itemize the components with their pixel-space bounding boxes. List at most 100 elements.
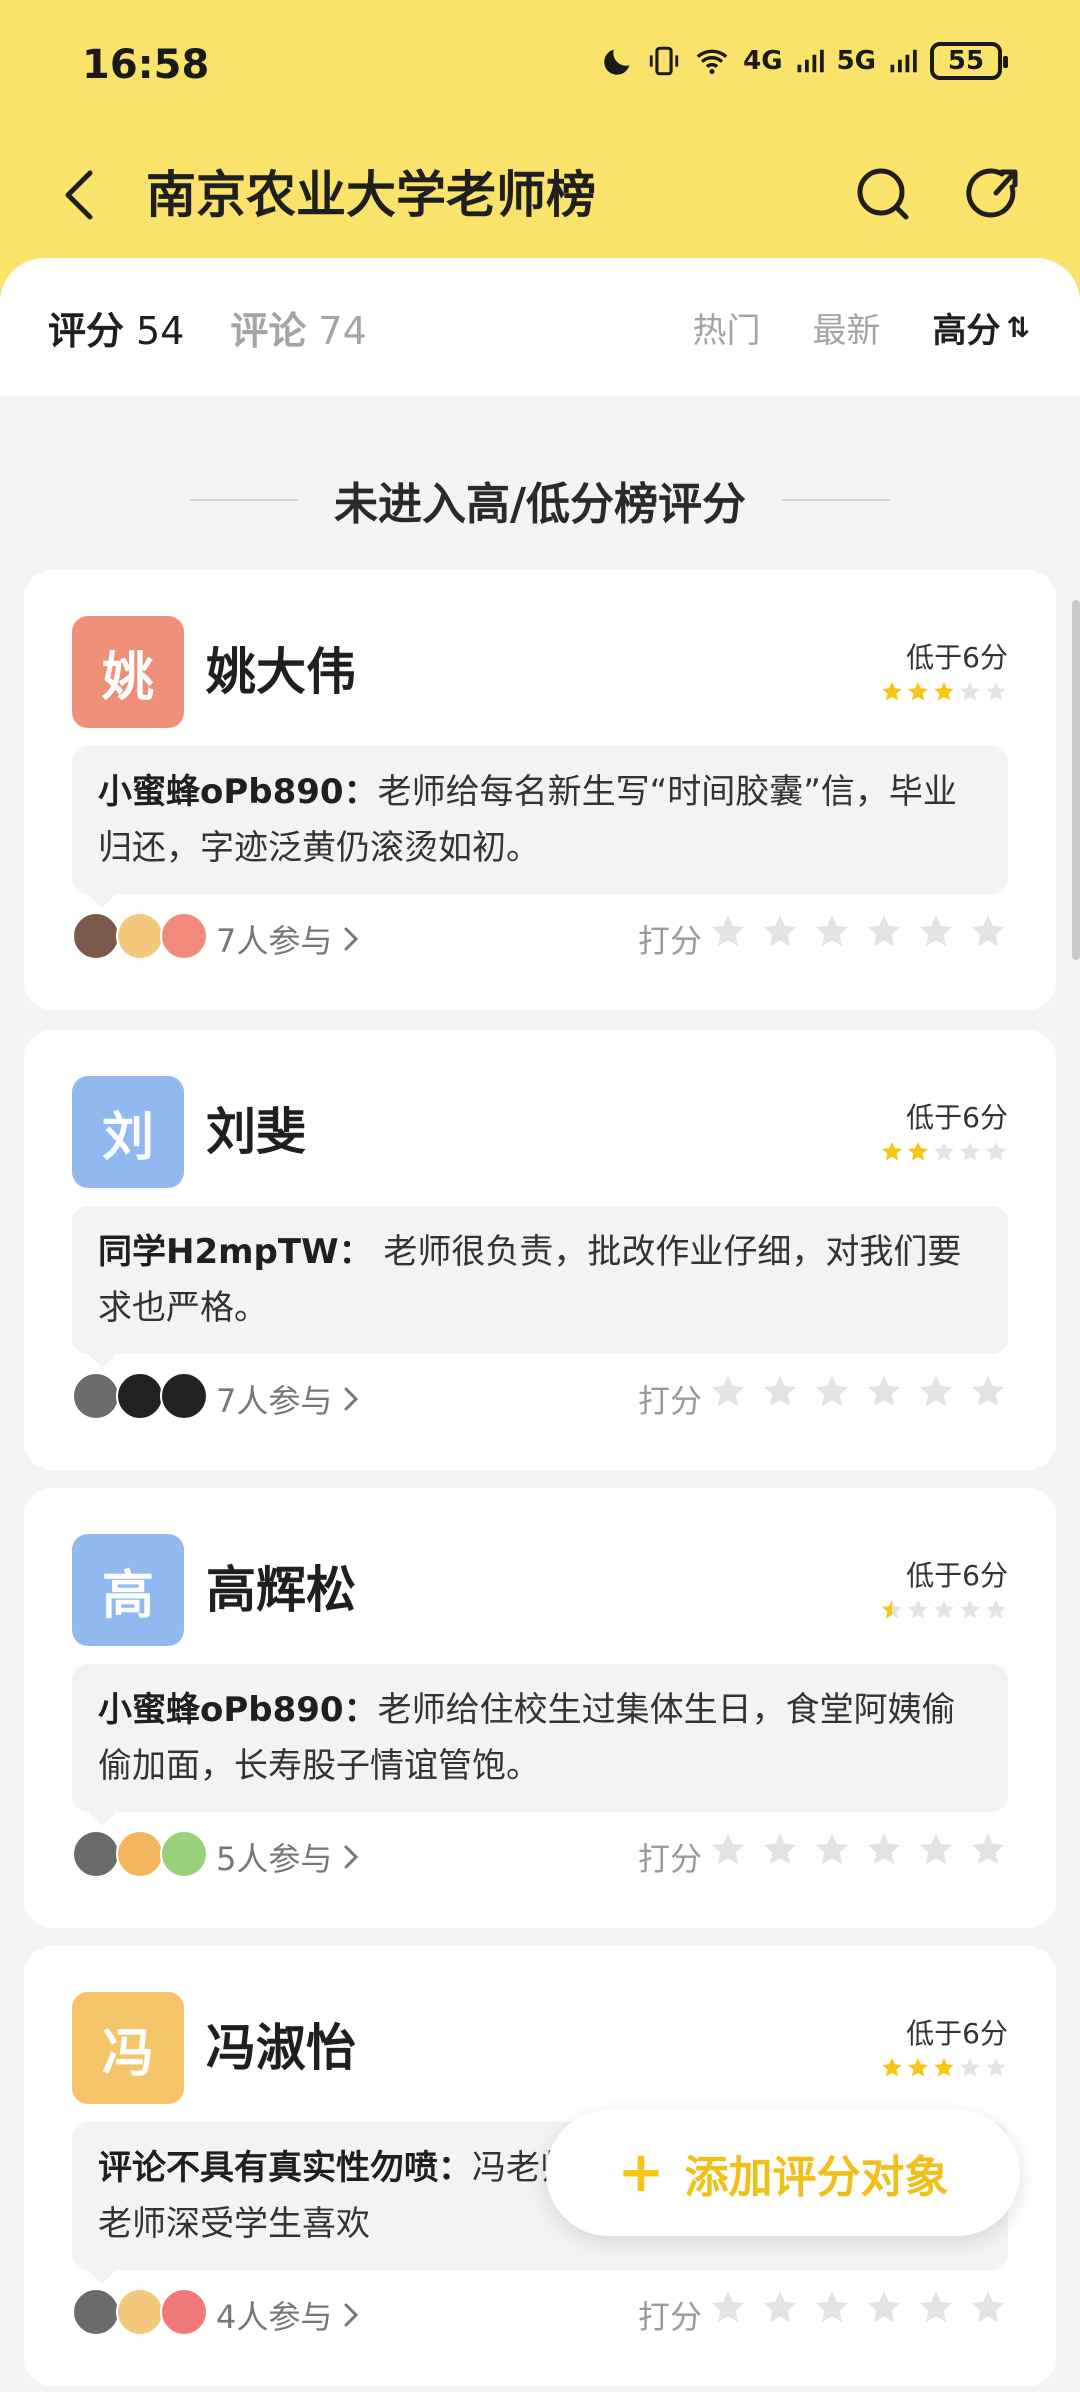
comment-author: 评论不具有真实性勿喷： (98, 2148, 472, 2188)
participants-link[interactable]: 5人参与 (216, 1834, 360, 1880)
rate-label: 打分 (638, 1840, 703, 1878)
rate-star-button[interactable] (812, 1372, 852, 1412)
search-icon (857, 168, 909, 220)
teacher-avatar: 高 (72, 1534, 184, 1646)
participant-avatars (72, 2288, 208, 2336)
top-comment[interactable]: 小蜜蜂oPb890：老师给每名新生写“时间胶囊”信，毕业归还，字迹泛黄仍滚烫如初… (72, 746, 1008, 908)
star-outline-icon (867, 1833, 901, 1864)
tab-comments[interactable]: 评论 74 (230, 300, 366, 355)
star-outline-icon (971, 1375, 1005, 1406)
teacher-card[interactable]: 姚姚大伟 低于6分 小蜜蜂oPb890：老师给每名新生写“时间胶囊”信，毕业归还，字… (24, 570, 1056, 1010)
participant-avatar (72, 1830, 120, 1878)
rate-star-button[interactable] (916, 912, 956, 952)
rate-star-button[interactable] (968, 1372, 1008, 1412)
rate-star-button[interactable] (864, 912, 904, 952)
participants-count: 7人参与 (216, 922, 333, 960)
top-comment[interactable]: 小蜜蜂oPb890：老师给住校生过集体生日，食堂阿姨偷偷加面，长寿股子情谊管饱。 (72, 1664, 1008, 1826)
rating-stars (880, 680, 1008, 704)
rate-star-button[interactable] (916, 2288, 956, 2328)
participants-link[interactable]: 4人参与 (216, 2292, 360, 2338)
rate-star-button[interactable] (864, 1372, 904, 1412)
star-filled-icon (882, 682, 902, 701)
sort-hot[interactable]: 热门 (693, 303, 761, 352)
rate-stars (708, 912, 1008, 952)
comment-author: 小蜜蜂oPb890： (98, 1690, 378, 1730)
rate-star-button[interactable] (760, 1372, 800, 1412)
back-button[interactable] (50, 157, 106, 233)
rate-star-button[interactable] (760, 1830, 800, 1870)
comment-author: 小蜜蜂oPb890： (98, 772, 378, 812)
teacher-name: 姚大伟 (206, 643, 356, 701)
signal-icon (797, 49, 824, 73)
chevron-right-icon (344, 927, 359, 951)
rate-star-button[interactable] (916, 1372, 956, 1412)
chevron-right-icon (344, 1845, 359, 1869)
rate-star-button[interactable] (968, 2288, 1008, 2328)
rate-label: 打分 (638, 1382, 703, 1420)
score-label: 低于6分 (906, 1559, 1008, 1592)
star-filled-icon (934, 2058, 954, 2077)
score-label: 低于6分 (906, 1101, 1008, 1134)
sort-latest[interactable]: 最新 (813, 303, 881, 352)
teacher-card[interactable]: 高高辉松 低于6分 小蜜蜂oPb890：老师给住校生过集体生日，食堂阿姨偷偷加面，长… (24, 1488, 1056, 1928)
chevron-left-icon (65, 170, 93, 220)
rate-star-button[interactable] (812, 912, 852, 952)
status-time: 16:58 (82, 42, 210, 88)
star-outline-icon (711, 2291, 745, 2322)
rate-star-button[interactable] (812, 2288, 852, 2328)
rate-star-button[interactable] (708, 1830, 748, 1870)
network-4g-label: 4G (743, 46, 783, 76)
add-rating-target-button[interactable]: + 添加评分对象 (546, 2110, 1020, 2236)
star-outline-icon (711, 915, 745, 946)
rate-star-button[interactable] (968, 1830, 1008, 1870)
add-rating-target-label: 添加评分对象 (684, 2152, 949, 2203)
rate-label: 打分 (638, 2298, 703, 2336)
participant-avatar (116, 1372, 164, 1420)
tab-ratings[interactable]: 评分 54 (48, 300, 184, 355)
teacher-card[interactable]: 刘刘斐 低于6分 同学H2mpTW： 老师很负责，批改作业仔细，对我们要求也严格。 7… (24, 1030, 1056, 1470)
star-outline-icon (919, 2291, 953, 2322)
sort-high-score[interactable]: 高分 ⇅ (933, 303, 1030, 352)
star-outline-icon (763, 1375, 797, 1406)
section-title: 未进入高/低分榜评分 (333, 479, 747, 530)
participant-avatar (116, 1830, 164, 1878)
rate-star-button[interactable] (968, 912, 1008, 952)
star-outline-icon (763, 1833, 797, 1864)
rate-star-button[interactable] (864, 1830, 904, 1870)
scrollbar[interactable] (1072, 600, 1080, 960)
rate-star-button[interactable] (812, 1830, 852, 1870)
rate-stars (708, 1372, 1008, 1412)
rate-star-button[interactable] (760, 2288, 800, 2328)
search-button[interactable] (852, 157, 916, 233)
participant-avatars (72, 912, 208, 960)
signal-icon (890, 49, 917, 73)
tab-comments-count: 74 (318, 308, 367, 353)
participant-avatar (160, 912, 208, 960)
tab-ratings-count: 54 (136, 308, 185, 353)
rate-star-button[interactable] (916, 1830, 956, 1870)
star-filled-icon (908, 1142, 928, 1161)
star-outline-icon (919, 915, 953, 946)
battery-indicator: 55 (930, 42, 1008, 80)
rate-star-button[interactable] (708, 2288, 748, 2328)
avatar-initial: 姚 (101, 647, 154, 708)
share-button[interactable] (962, 157, 1026, 233)
star-outline-icon (971, 2291, 1005, 2322)
rate-star-button[interactable] (708, 912, 748, 952)
sort-order-icon: ⇅ (1006, 310, 1030, 344)
participants-link[interactable]: 7人参与 (216, 916, 360, 962)
top-comment[interactable]: 同学H2mpTW： 老师很负责，批改作业仔细，对我们要求也严格。 (72, 1206, 1008, 1368)
star-empty-icon (986, 1142, 1006, 1161)
participant-avatar (72, 1372, 120, 1420)
star-empty-icon (986, 682, 1006, 701)
tab-comments-label: 评论 (230, 308, 307, 353)
star-outline-icon (815, 1375, 849, 1406)
rate-star-button[interactable] (760, 912, 800, 952)
rate-star-button[interactable] (708, 1372, 748, 1412)
participants-link[interactable]: 7人参与 (216, 1376, 360, 1422)
star-outline-icon (919, 1375, 953, 1406)
rate-star-button[interactable] (864, 2288, 904, 2328)
score-label: 低于6分 (906, 2017, 1008, 2050)
star-empty-icon (908, 1600, 928, 1619)
tab-bar: 评分 54 评论 74 热门 最新 高分 ⇅ (0, 258, 1080, 396)
